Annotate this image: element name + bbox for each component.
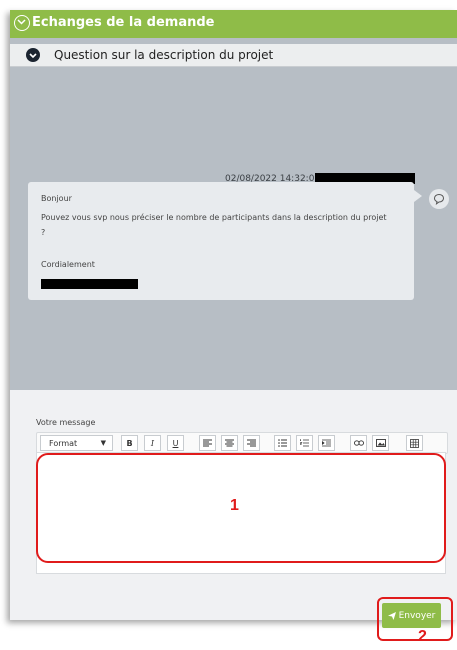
panel-header[interactable]: Echanges de la demande — [10, 10, 457, 38]
format-select[interactable]: Format ▼ — [40, 435, 113, 451]
numbered-list-icon[interactable] — [296, 435, 313, 451]
annotation-box-editor — [36, 453, 446, 563]
editor-toolbar: Format ▼ B I U — [36, 432, 448, 454]
annotation-box-send — [377, 597, 453, 641]
thread-subject-bar[interactable]: Question sur la description du projet — [10, 44, 457, 67]
indent-icon[interactable] — [318, 435, 335, 451]
speech-bubble-icon[interactable] — [429, 189, 449, 209]
underline-button[interactable]: U — [167, 435, 184, 451]
link-icon[interactable] — [350, 435, 367, 451]
message-body-line2: ? — [41, 228, 46, 237]
message-closing: Cordialement — [41, 260, 95, 269]
redacted-signature — [41, 279, 138, 289]
bullet-list-icon[interactable] — [274, 435, 291, 451]
panel-title: Echanges de la demande — [32, 15, 215, 30]
align-right-icon[interactable] — [243, 435, 260, 451]
bubble-tail — [414, 190, 422, 202]
message-bubble: Bonjour Pouvez vous svp nous préciser le… — [28, 182, 422, 300]
collapse-icon[interactable] — [26, 48, 40, 62]
caret-down-icon: ▼ — [100, 439, 106, 447]
message-greeting: Bonjour — [41, 194, 72, 203]
align-left-icon[interactable] — [199, 435, 216, 451]
format-select-value: Format — [49, 439, 78, 448]
chevron-down-icon[interactable] — [14, 15, 30, 31]
bold-button[interactable]: B — [121, 435, 138, 451]
annotation-number-2: 2 — [418, 628, 427, 645]
message-label: Votre message — [36, 418, 96, 427]
italic-button[interactable]: I — [144, 435, 161, 451]
message-body-line1: Pouvez vous svp nous préciser le nombre … — [41, 213, 387, 222]
table-icon[interactable] — [406, 435, 423, 451]
thread-subject: Question sur la description du projet — [54, 48, 274, 62]
image-icon[interactable] — [372, 435, 389, 451]
annotation-number-1: 1 — [230, 497, 239, 514]
align-center-icon[interactable] — [221, 435, 238, 451]
